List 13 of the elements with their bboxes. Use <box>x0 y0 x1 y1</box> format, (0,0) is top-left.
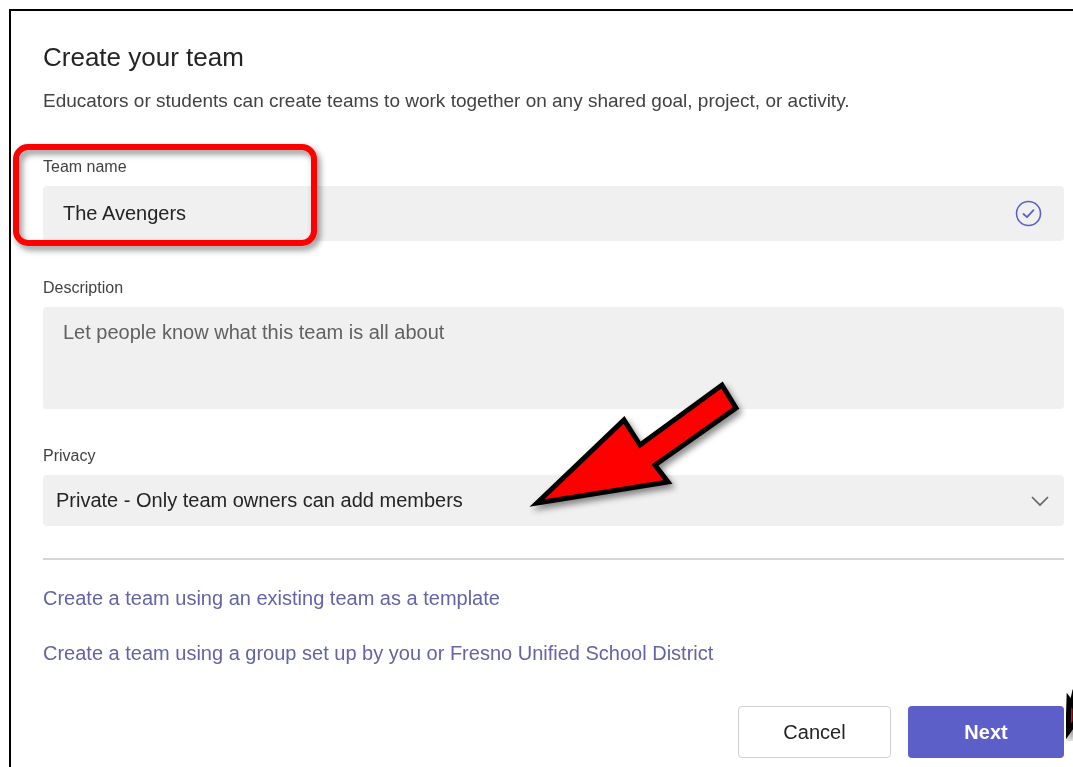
create-team-link[interactable]: Create a team using a group set up by you or Fresno Unified School District <box>43 641 714 666</box>
field-label: Privacy <box>43 446 96 466</box>
description-field[interactable]: Let people know what this team is all about <box>43 307 1064 409</box>
create-team-link[interactable]: Create a team using an existing team as a template <box>43 586 500 611</box>
team-name-field[interactable]: The Avengers <box>43 186 1064 241</box>
chevron-down-icon <box>1030 494 1050 507</box>
dialog-description: Educators or students can create teams to work together on any shared goal, project, or activity. <box>43 89 851 113</box>
dialog-title: Create your team <box>43 41 245 74</box>
field-label: Team name <box>43 157 127 177</box>
field-label: Description <box>43 278 124 298</box>
next-button[interactable]: Next <box>908 706 1064 758</box>
cancel-button[interactable]: Cancel <box>738 706 891 758</box>
privacy-dropdown[interactable]: Private - Only team owners can add members <box>43 475 1064 526</box>
